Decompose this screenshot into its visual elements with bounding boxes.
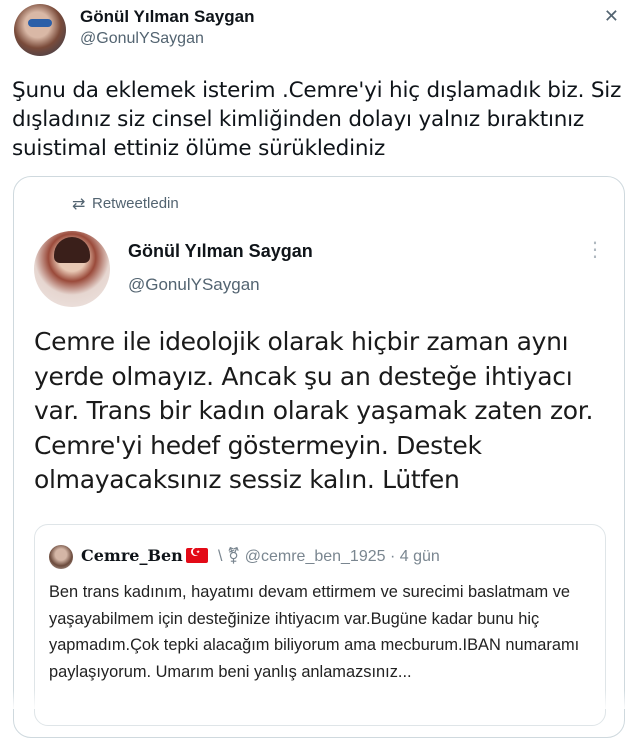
quoted-meta: \ ⚧ @cemre_ben_1925 · 4 gün	[218, 548, 440, 565]
tweet-text: Şunu da eklemek isterim .Cemre'yi hiç dı…	[12, 78, 622, 161]
author-handle[interactable]: @GonulYSaygan	[80, 30, 204, 48]
more-options-icon[interactable]: ⋮	[585, 237, 606, 262]
avatar[interactable]	[14, 4, 66, 56]
author-name[interactable]: Gönül Yılman Saygan	[80, 7, 254, 27]
turkey-flag-icon	[186, 545, 208, 563]
retweet-icon: ⇄	[72, 196, 86, 213]
sunglasses-graphic	[28, 19, 52, 27]
avatar[interactable]	[49, 545, 73, 569]
retweet-indicator: ⇄ Retweetledin	[72, 195, 179, 213]
avatar[interactable]	[34, 231, 110, 307]
close-icon[interactable]: ✕	[604, 6, 619, 27]
retweet-author-handle[interactable]: @GonulYSaygan	[128, 275, 260, 295]
retweet-label: Retweetledin	[92, 195, 179, 212]
bottom-fade	[0, 690, 635, 709]
quoted-author-name[interactable]: Cemre_Ben	[81, 546, 183, 565]
hair-graphic	[54, 237, 90, 263]
retweet-text: Cemre ile ideolojik olarak hiçbir zaman …	[34, 327, 594, 494]
retweet-author-name[interactable]: Gönül Yılman Saygan	[128, 241, 313, 262]
quoted-text: Ben trans kadınım, hayatımı devam ettirm…	[49, 583, 580, 681]
retweet-card[interactable]: ⇄ Retweetledin Gönül Yılman Saygan @Gonu…	[13, 176, 625, 738]
